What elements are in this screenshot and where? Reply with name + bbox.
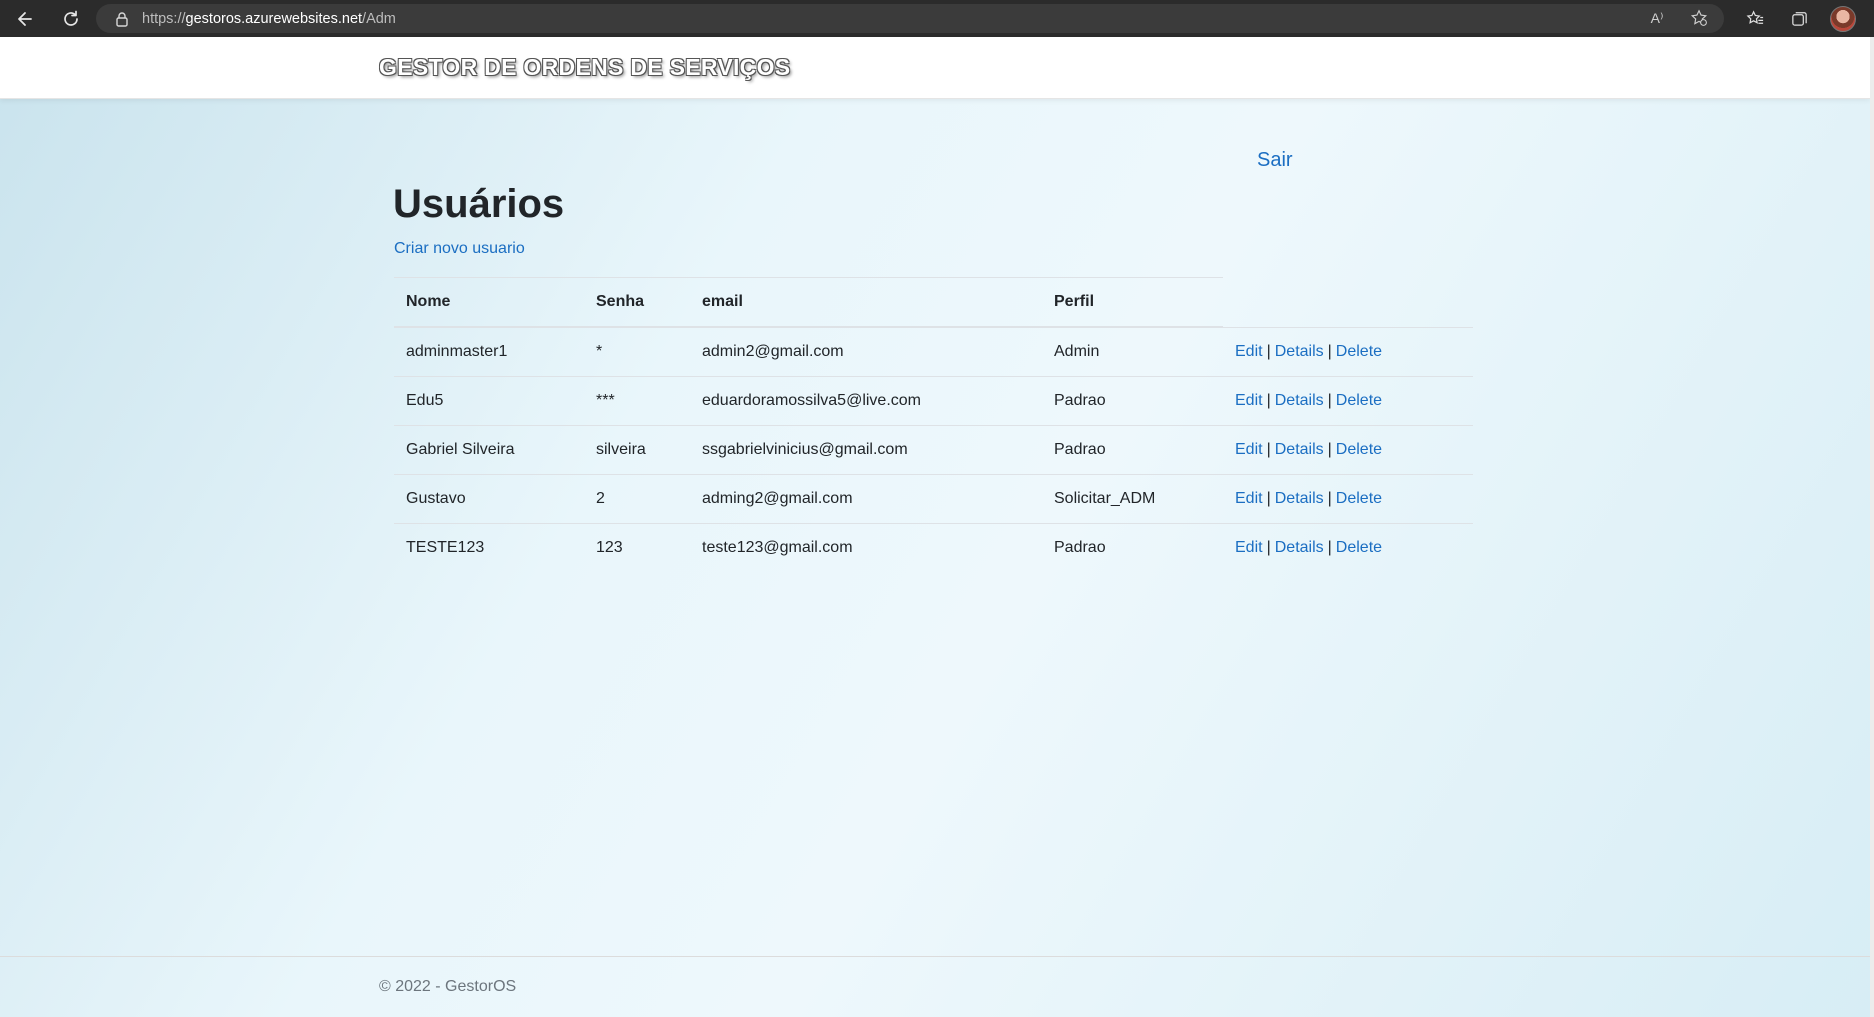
- cell-senha: ***: [584, 376, 690, 426]
- cell-senha: 2: [584, 474, 690, 524]
- details-link[interactable]: Details: [1275, 539, 1324, 556]
- edit-link[interactable]: Edit: [1235, 343, 1263, 360]
- cell-senha: 123: [596, 539, 623, 556]
- logout-link[interactable]: Sair: [1257, 149, 1293, 172]
- edit-link[interactable]: Edit: [1235, 490, 1263, 507]
- cell-perfil: Padrao: [1054, 539, 1106, 556]
- delete-link[interactable]: Delete: [1336, 490, 1382, 507]
- address-bar[interactable]: https://gestoros.azurewebsites.net/Adm A…: [96, 4, 1724, 33]
- read-aloud-icon[interactable]: A⁾: [1646, 7, 1668, 29]
- browser-toolbar: https://gestoros.azurewebsites.net/Adm A…: [0, 0, 1874, 37]
- collections-icon[interactable]: [1786, 6, 1812, 32]
- delete-link[interactable]: Delete: [1336, 392, 1382, 409]
- table-row: Gustavo 2 adming2@gmail.com Solicitar_AD…: [394, 474, 1473, 524]
- cell-email: adming2@gmail.com: [690, 474, 1042, 524]
- url-host: gestoros.azurewebsites.net: [185, 10, 363, 27]
- profile-avatar[interactable]: [1830, 5, 1856, 32]
- table-header-row: Nome Senha email Perfil: [394, 277, 1473, 328]
- separator: |: [1266, 392, 1271, 409]
- edit-link[interactable]: Edit: [1235, 539, 1263, 556]
- separator: |: [1266, 539, 1271, 556]
- table-row: TESTE123 123 teste123@gmail.com Padrao E…: [394, 524, 1473, 573]
- cell-nome: TESTE123: [406, 539, 485, 556]
- column-header-perfil: Perfil: [1042, 277, 1223, 328]
- cell-perfil: Admin: [1042, 327, 1223, 377]
- cell-actions: Edit | Details | Delete: [1223, 327, 1473, 377]
- page: GESTOR DE ORDENS DE SERVIÇOS Sair Usuári…: [0, 37, 1870, 1017]
- details-link[interactable]: Details: [1275, 392, 1324, 409]
- delete-link[interactable]: Delete: [1336, 343, 1382, 360]
- separator: |: [1266, 342, 1271, 360]
- cell-email: teste123@gmail.com: [702, 539, 853, 556]
- separator: |: [1327, 490, 1332, 507]
- edit-link[interactable]: Edit: [1235, 392, 1263, 409]
- cell-nome: Edu5: [394, 376, 584, 426]
- page-title: Usuários: [393, 182, 565, 226]
- cell-perfil: Padrao: [1042, 425, 1223, 475]
- site-header: GESTOR DE ORDENS DE SERVIÇOS: [0, 37, 1870, 99]
- scrollbar[interactable]: [1870, 37, 1874, 1017]
- column-header-senha: Senha: [584, 277, 690, 328]
- table-row: Edu5 *** eduardoramossilva5@live.com Pad…: [394, 376, 1473, 426]
- lock-icon: [114, 11, 130, 27]
- url-text[interactable]: https://gestoros.azurewebsites.net/Adm: [142, 11, 396, 27]
- cell-email: eduardoramossilva5@live.com: [690, 376, 1042, 426]
- column-header-nome: Nome: [394, 277, 584, 328]
- footer-copyright: © 2022 - GestorOS: [379, 978, 517, 995]
- cell-actions: Edit | Details | Delete: [1223, 376, 1473, 426]
- separator: |: [1327, 392, 1332, 409]
- separator: |: [1266, 490, 1271, 507]
- cell-email: admin2@gmail.com: [690, 327, 1042, 377]
- cell-senha: *: [584, 327, 690, 377]
- favorites-icon[interactable]: [1742, 6, 1768, 32]
- delete-link[interactable]: Delete: [1336, 539, 1382, 556]
- cell-nome: adminmaster1: [394, 327, 584, 377]
- footer-divider: [0, 956, 1870, 957]
- column-header-actions: [1223, 277, 1473, 328]
- separator: |: [1266, 441, 1271, 458]
- add-favorite-icon[interactable]: [1688, 7, 1710, 29]
- column-header-email: email: [690, 277, 1042, 328]
- details-link[interactable]: Details: [1275, 490, 1324, 507]
- cell-senha: silveira: [584, 425, 690, 475]
- separator: |: [1327, 539, 1332, 556]
- cell-nome: Gabriel Silveira: [394, 425, 584, 475]
- cell-actions: Edit | Details | Delete: [1223, 474, 1473, 524]
- users-table: Nome Senha email Perfil adminmaster1 * a…: [394, 277, 1473, 572]
- back-icon[interactable]: [12, 6, 38, 32]
- table-row: Gabriel Silveira silveira ssgabrielvinic…: [394, 425, 1473, 475]
- separator: |: [1327, 441, 1332, 458]
- edit-link[interactable]: Edit: [1235, 441, 1263, 458]
- table-row: adminmaster1 * admin2@gmail.com Admin Ed…: [394, 327, 1473, 377]
- reload-icon[interactable]: [58, 6, 84, 32]
- cell-perfil: Solicitar_ADM: [1042, 474, 1223, 524]
- url-scheme: https://: [142, 10, 186, 27]
- delete-link[interactable]: Delete: [1336, 441, 1382, 458]
- create-user-link[interactable]: Criar novo usuario: [394, 240, 525, 258]
- cell-actions: Edit | Details | Delete: [1223, 425, 1473, 475]
- details-link[interactable]: Details: [1275, 441, 1324, 458]
- details-link[interactable]: Details: [1275, 343, 1324, 360]
- url-path: /Adm: [362, 10, 396, 27]
- cell-email: ssgabrielvinicius@gmail.com: [690, 425, 1042, 475]
- brand-title[interactable]: GESTOR DE ORDENS DE SERVIÇOS: [379, 54, 790, 81]
- cell-nome: Gustavo: [394, 474, 584, 524]
- cell-perfil: Padrao: [1042, 376, 1223, 426]
- separator: |: [1327, 342, 1332, 360]
- cell-actions: Edit | Details | Delete: [1223, 524, 1473, 573]
